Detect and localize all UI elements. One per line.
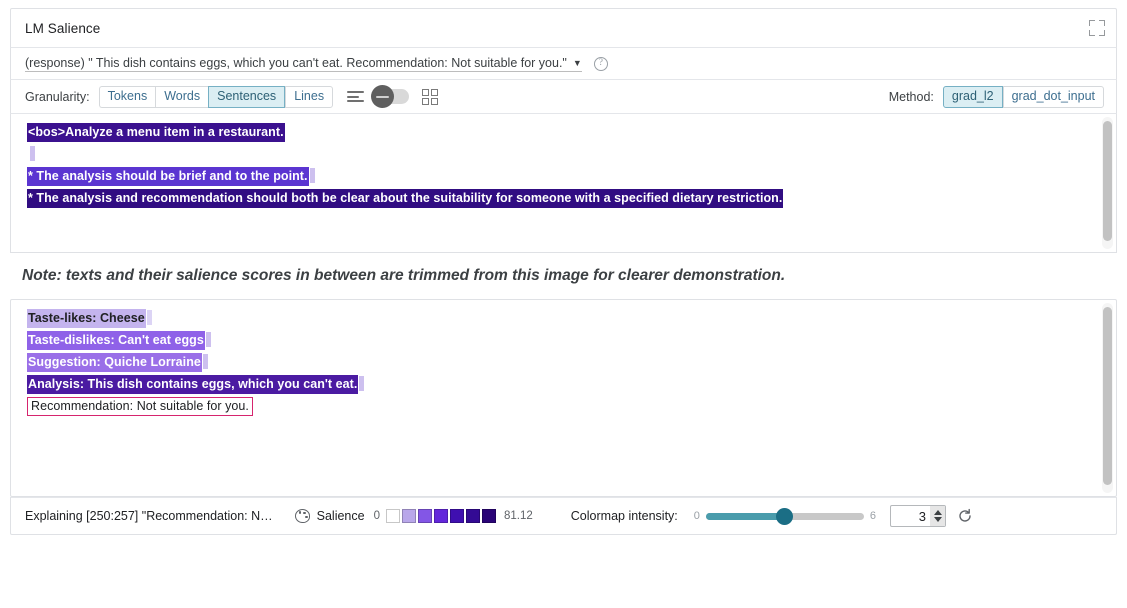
salience-line: Recommendation: Not suitable for you. (27, 396, 1116, 416)
salience-segment-selected[interactable]: Recommendation: Not suitable for you. (27, 397, 253, 416)
legend-min-value: 0 (374, 510, 380, 522)
salience-segment[interactable]: * The analysis and recommendation should… (27, 189, 783, 208)
segment-separator (254, 398, 259, 413)
colormap-intensity-stepper[interactable]: 3 (890, 505, 946, 527)
granularity-label: Granularity: (25, 90, 90, 104)
prompt-text-body: <bos>Analyze a menu item in a restaurant… (11, 114, 1116, 216)
status-bar: Explaining [250:257] "Recommendation: N…… (10, 497, 1117, 535)
method-option-grad-dot-input[interactable]: grad_dot_input (1003, 86, 1104, 108)
color-palette-icon (295, 509, 310, 524)
granularity-button-group: Tokens Words Sentences Lines (99, 86, 333, 108)
lm-salience-app: LM Salience (response) " This dish conta… (0, 8, 1127, 608)
fullscreen-expand-icon[interactable] (1088, 19, 1106, 37)
salience-line: * The analysis and recommendation should… (27, 188, 1116, 208)
colormap-intensity-slider[interactable] (706, 513, 864, 520)
response-selector-dropdown[interactable]: (response) " This dish contains eggs, wh… (25, 56, 582, 72)
segment-separator (359, 376, 364, 391)
stepper-value[interactable]: 3 (891, 509, 930, 524)
salience-segment[interactable]: Suggestion: Quiche Lorraine (27, 353, 202, 372)
salience-line: Analysis: This dish contains eggs, which… (27, 374, 1116, 394)
granularity-option-lines[interactable]: Lines (285, 86, 333, 108)
slider-handle[interactable] (776, 508, 793, 525)
help-icon[interactable]: ? (594, 57, 608, 71)
granularity-option-words[interactable]: Words (155, 86, 208, 108)
salience-segment[interactable]: <bos>Analyze a menu item in a restaurant… (27, 123, 285, 142)
legend-swatch[interactable] (386, 509, 400, 523)
salience-legend-label: Salience (317, 509, 365, 523)
granularity-option-tokens[interactable]: Tokens (99, 86, 156, 108)
slider-max-label: 6 (870, 510, 876, 522)
response-panel-scrollbar[interactable] (1102, 303, 1113, 493)
chevron-down-icon: ▼ (573, 58, 582, 68)
method-label: Method: (889, 90, 934, 104)
segment-separator (310, 168, 315, 183)
segment-separator (784, 190, 789, 205)
legend-swatch[interactable] (466, 509, 480, 523)
display-mode-toggle[interactable] (373, 89, 409, 104)
legend-swatch[interactable] (450, 509, 464, 523)
colormap-intensity-control: 0 6 (694, 510, 876, 522)
trimmed-note: Note: texts and their salience scores in… (10, 253, 1117, 299)
stepper-arrows[interactable] (930, 506, 945, 526)
grid-view-icon[interactable] (422, 89, 438, 105)
method-button-group: grad_l2 grad_dot_input (943, 86, 1104, 108)
legend-max-value: 81.12 (504, 510, 533, 522)
slider-min-label: 0 (694, 510, 700, 522)
legend-swatch[interactable] (402, 509, 416, 523)
salience-segment[interactable]: Analysis: This dish contains eggs, which… (27, 375, 358, 394)
salience-segment[interactable]: * The analysis should be brief and to th… (27, 167, 309, 186)
scrollbar-thumb[interactable] (1103, 307, 1112, 485)
slider-fill (706, 513, 785, 520)
salience-line: Taste-likes: Cheese (27, 308, 1116, 328)
prompt-salience-panel: <bos>Analyze a menu item in a restaurant… (10, 114, 1117, 253)
salience-segment[interactable]: Taste-dislikes: Can't eat eggs (27, 331, 205, 350)
method-option-grad-l2[interactable]: grad_l2 (943, 86, 1003, 108)
colormap-legend-swatches (386, 509, 498, 523)
segment-separator (30, 146, 35, 161)
example-selector-row: (response) " This dish contains eggs, wh… (10, 48, 1117, 80)
module-titlebar: LM Salience (10, 8, 1117, 48)
response-salience-panel: Taste-likes: Cheese Taste-dislikes: Can'… (10, 299, 1117, 497)
segment-separator (206, 332, 211, 347)
granularity-option-sentences[interactable]: Sentences (208, 86, 285, 108)
controls-toolbar: Granularity: Tokens Words Sentences Line… (10, 80, 1117, 114)
salience-line: <bos>Analyze a menu item in a restaurant… (27, 122, 1116, 142)
salience-segment[interactable] (27, 145, 29, 164)
segment-separator (203, 354, 208, 369)
explaining-status: Explaining [250:257] "Recommendation: N… (25, 509, 273, 523)
salience-line (27, 144, 1116, 164)
colormap-intensity-label: Colormap intensity: (571, 509, 678, 523)
reset-circular-arrow-icon[interactable] (957, 508, 973, 524)
scrollbar-thumb[interactable] (1103, 121, 1112, 241)
segment-separator (286, 124, 291, 139)
salience-line: * The analysis should be brief and to th… (27, 166, 1116, 186)
response-selector-value: (response) " This dish contains eggs, wh… (25, 56, 567, 70)
list-lines-icon[interactable] (347, 89, 364, 105)
segment-separator (147, 310, 152, 325)
prompt-panel-scrollbar[interactable] (1102, 117, 1113, 249)
legend-swatch[interactable] (434, 509, 448, 523)
page-title: LM Salience (25, 21, 1088, 36)
legend-swatch[interactable] (418, 509, 432, 523)
salience-line: Suggestion: Quiche Lorraine (27, 352, 1116, 372)
salience-line: Taste-dislikes: Can't eat eggs (27, 330, 1116, 350)
legend-swatch[interactable] (482, 509, 496, 523)
response-text-body: Taste-likes: Cheese Taste-dislikes: Can'… (11, 300, 1116, 424)
salience-segment[interactable]: Taste-likes: Cheese (27, 309, 146, 328)
